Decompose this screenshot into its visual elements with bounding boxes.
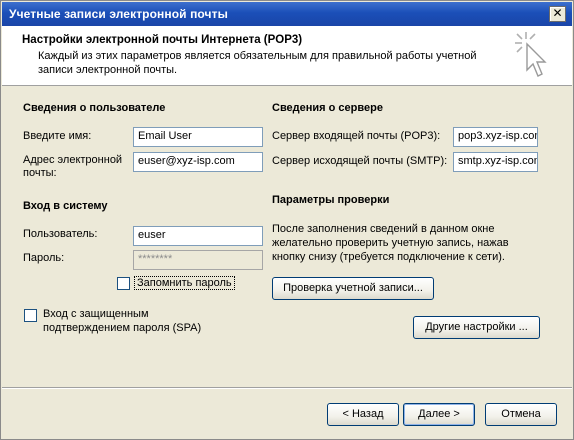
user-info-heading: Сведения о пользователе [23,102,166,114]
incoming-server-label: Сервер входящей почты (POP3): [272,130,441,142]
title-bar[interactable]: Учетные записи электронной почты ✕ [2,2,572,26]
window-title: Учетные записи электронной почты [9,7,228,21]
spa-label-line2[interactable]: подтверждением пароля (SPA) [43,322,201,334]
email-input[interactable]: euser@xyz-isp.com [133,152,263,172]
header-title: Настройки электронной почты Интернета (P… [22,34,303,46]
username-input[interactable]: euser [133,226,263,246]
spa-label-line1[interactable]: Вход с защищенным [43,308,149,320]
name-label: Введите имя: [23,130,92,142]
test-account-button[interactable]: Проверка учетной записи... [272,277,434,300]
password-input[interactable]: ******** [133,250,263,270]
back-button[interactable]: < Назад [327,403,399,426]
logon-heading: Вход в систему [23,200,108,212]
remember-password-label[interactable]: Запомнить пароль [134,276,235,290]
header-panel: Настройки электронной почты Интернета (P… [2,26,572,86]
close-icon: ✕ [552,6,563,20]
spa-checkbox[interactable] [24,309,37,322]
test-heading: Параметры проверки [272,194,390,206]
cursor-click-icon [515,32,547,77]
close-button[interactable]: ✕ [549,6,566,22]
user-label: Пользователь: [23,228,98,240]
password-label: Пароль: [23,252,65,264]
next-button[interactable]: Далее > [403,403,475,426]
email-label-line1: Адрес электронной [23,154,123,166]
remember-password-checkbox[interactable] [117,277,130,290]
incoming-server-input[interactable]: pop3.xyz-isp.com [453,127,538,147]
dialog-window: Учетные записи электронной почты ✕ Настр… [0,0,574,440]
header-description: Каждый из этих параметров является обяза… [38,50,477,76]
server-info-heading: Сведения о сервере [272,102,383,114]
name-input[interactable]: Email User [133,127,263,147]
cancel-button[interactable]: Отмена [485,403,557,426]
outgoing-server-input[interactable]: smtp.xyz-isp.com [453,152,538,172]
test-desc-line3: кнопку снизу (требуется подключение к се… [272,251,505,263]
settings-content: Сведения о пользователе Введите имя: Ema… [2,87,572,387]
outgoing-server-label: Сервер исходящей почты (SMTP): [272,155,448,167]
test-desc-line2: желательно проверить учетную запись, наж… [272,237,509,249]
email-label-line2: почты: [23,167,57,179]
test-desc-line1: После заполнения сведений в данном окне [272,223,495,235]
footer-separator [2,387,572,389]
more-settings-button[interactable]: Другие настройки ... [413,316,540,339]
